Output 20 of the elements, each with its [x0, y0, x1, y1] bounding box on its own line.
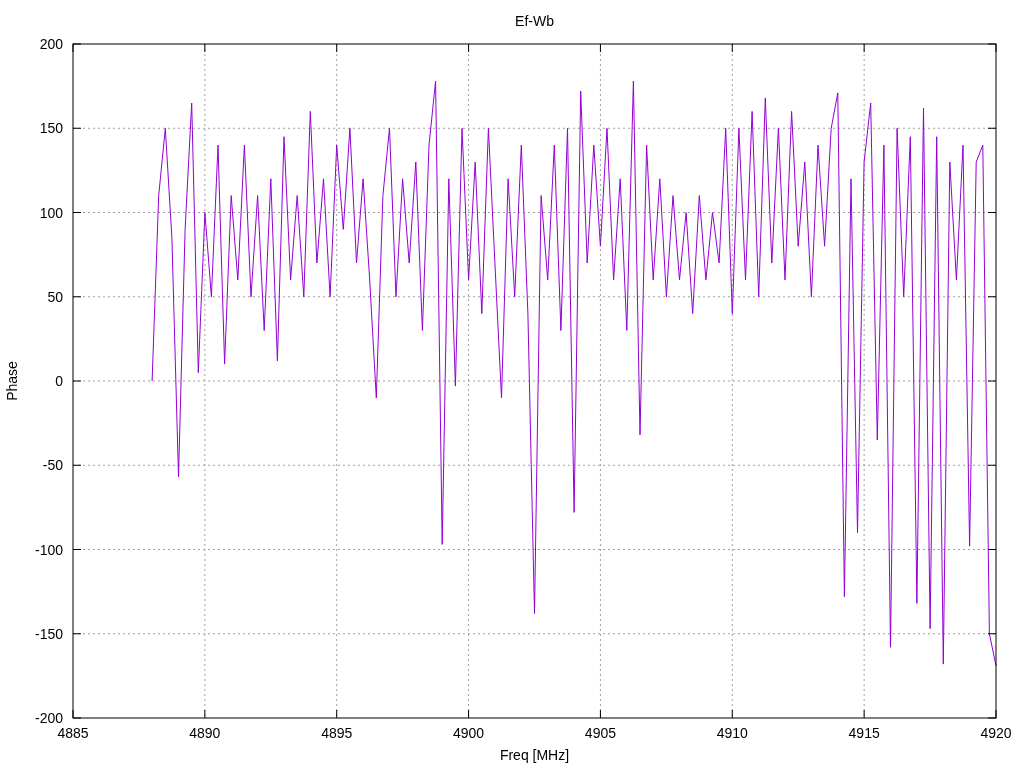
y-tick-label: -50 [42, 457, 63, 474]
x-axis-label: Freq [MHz] [499, 747, 570, 763]
x-tick-label: 4910 [716, 725, 748, 741]
y-tick-label: 100 [39, 204, 63, 221]
x-tick-label: 4920 [980, 725, 1012, 741]
y-tick-label: -200 [34, 710, 63, 726]
y-tick-label: 150 [39, 120, 63, 137]
x-tick-label: 4900 [453, 725, 485, 741]
y-axis-label: Phase [4, 361, 20, 401]
x-tick-label: 4885 [57, 725, 89, 741]
x-tick-label: 4915 [848, 725, 880, 741]
y-tick-label: 50 [47, 288, 63, 305]
y-tick-label: -100 [34, 541, 63, 558]
chart-title: Ef-Wb [515, 13, 554, 29]
x-tick-label: 4905 [584, 725, 616, 741]
y-tick-label: 0 [55, 373, 63, 389]
x-tick-label: 4890 [189, 725, 221, 741]
y-tick-label: -150 [34, 625, 63, 642]
x-tick-label: 4895 [321, 725, 353, 741]
y-tick-label: 200 [39, 36, 63, 52]
